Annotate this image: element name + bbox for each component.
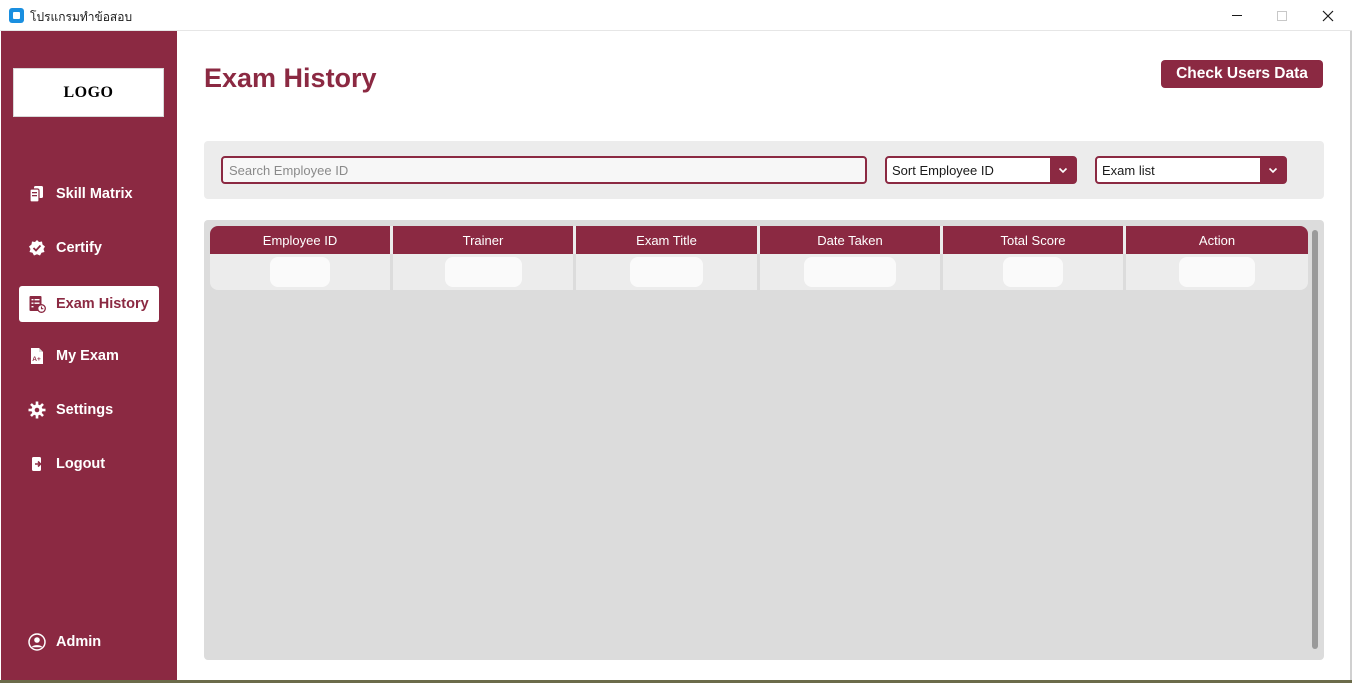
sidebar-user-admin[interactable]: Admin [19, 624, 159, 660]
badge-check-icon [27, 238, 47, 258]
minimize-button[interactable] [1214, 0, 1260, 31]
gear-icon [27, 400, 47, 420]
user-circle-icon [27, 632, 47, 652]
table-cell [943, 254, 1126, 290]
column-header-action: Action [1126, 226, 1308, 254]
table-cell [1126, 254, 1308, 290]
grade-document-icon: A+ [27, 346, 47, 366]
sidebar-item-label: My Exam [56, 348, 119, 364]
table-cell [760, 254, 943, 290]
sidebar-item-exam-history[interactable]: Exam History [19, 286, 159, 322]
exam-list-value: Exam list [1102, 162, 1155, 178]
sidebar-item-label: Logout [56, 456, 106, 472]
history-list-icon [27, 294, 47, 314]
chevron-down-icon [1050, 158, 1075, 182]
svg-text:A+: A+ [32, 356, 41, 363]
cards-icon [27, 184, 47, 204]
close-button[interactable] [1305, 0, 1351, 31]
close-icon [1322, 10, 1334, 21]
table-header: Employee ID Trainer Exam Title Date Take… [210, 226, 1308, 254]
sidebar-item-my-exam[interactable]: A+ My Exam [19, 338, 159, 374]
minimize-icon [1232, 15, 1242, 16]
table-cell [576, 254, 760, 290]
sidebar-item-label: Exam History [56, 296, 149, 312]
chevron-down-icon [1260, 158, 1285, 182]
cell-placeholder [1179, 257, 1255, 287]
cell-placeholder [630, 257, 703, 287]
sort-employee-select[interactable]: Sort Employee ID [885, 156, 1077, 184]
filter-bar: Sort Employee ID Exam list [204, 141, 1324, 199]
column-header-employee-id: Employee ID [210, 226, 393, 254]
sidebar-item-label: Certify [56, 240, 102, 256]
sidebar: LOGO Skill Matrix Certify Exam History A… [1, 31, 177, 682]
column-header-total-score: Total Score [943, 226, 1126, 254]
sidebar-item-logout[interactable]: Logout [19, 446, 159, 482]
cell-placeholder [1003, 257, 1063, 287]
maximize-icon [1277, 10, 1287, 21]
logout-icon [27, 454, 47, 474]
sidebar-user-label: Admin [56, 634, 102, 650]
table-scrollbar[interactable] [1312, 230, 1318, 649]
exam-history-table: Employee ID Trainer Exam Title Date Take… [204, 220, 1324, 660]
cell-placeholder [270, 257, 330, 287]
logo: LOGO [13, 68, 164, 117]
cell-placeholder [444, 257, 522, 287]
column-header-exam-title: Exam Title [576, 226, 760, 254]
maximize-button[interactable] [1259, 0, 1305, 31]
sidebar-item-label: Settings [56, 402, 114, 418]
column-header-date-taken: Date Taken [760, 226, 943, 254]
column-header-trainer: Trainer [393, 226, 576, 254]
cell-placeholder [804, 257, 896, 287]
check-users-data-button[interactable]: Check Users Data [1161, 60, 1323, 88]
window-titlebar: โปรแกรมทำข้อสอบ [0, 0, 1352, 31]
window-title: โปรแกรมทำข้อสอบ [30, 10, 133, 24]
table-row [210, 254, 1308, 290]
sidebar-item-label: Skill Matrix [56, 186, 133, 202]
table-cell [393, 254, 576, 290]
app-icon [9, 8, 24, 23]
sidebar-item-settings[interactable]: Settings [19, 392, 159, 428]
exam-list-select[interactable]: Exam list [1095, 156, 1287, 184]
search-employee-input[interactable] [221, 156, 867, 184]
sort-employee-value: Sort Employee ID [892, 162, 994, 178]
table-cell [210, 254, 393, 290]
sidebar-item-skill-matrix[interactable]: Skill Matrix [19, 176, 159, 212]
sidebar-item-certify[interactable]: Certify [19, 230, 159, 266]
page-title: Exam History [204, 63, 377, 93]
